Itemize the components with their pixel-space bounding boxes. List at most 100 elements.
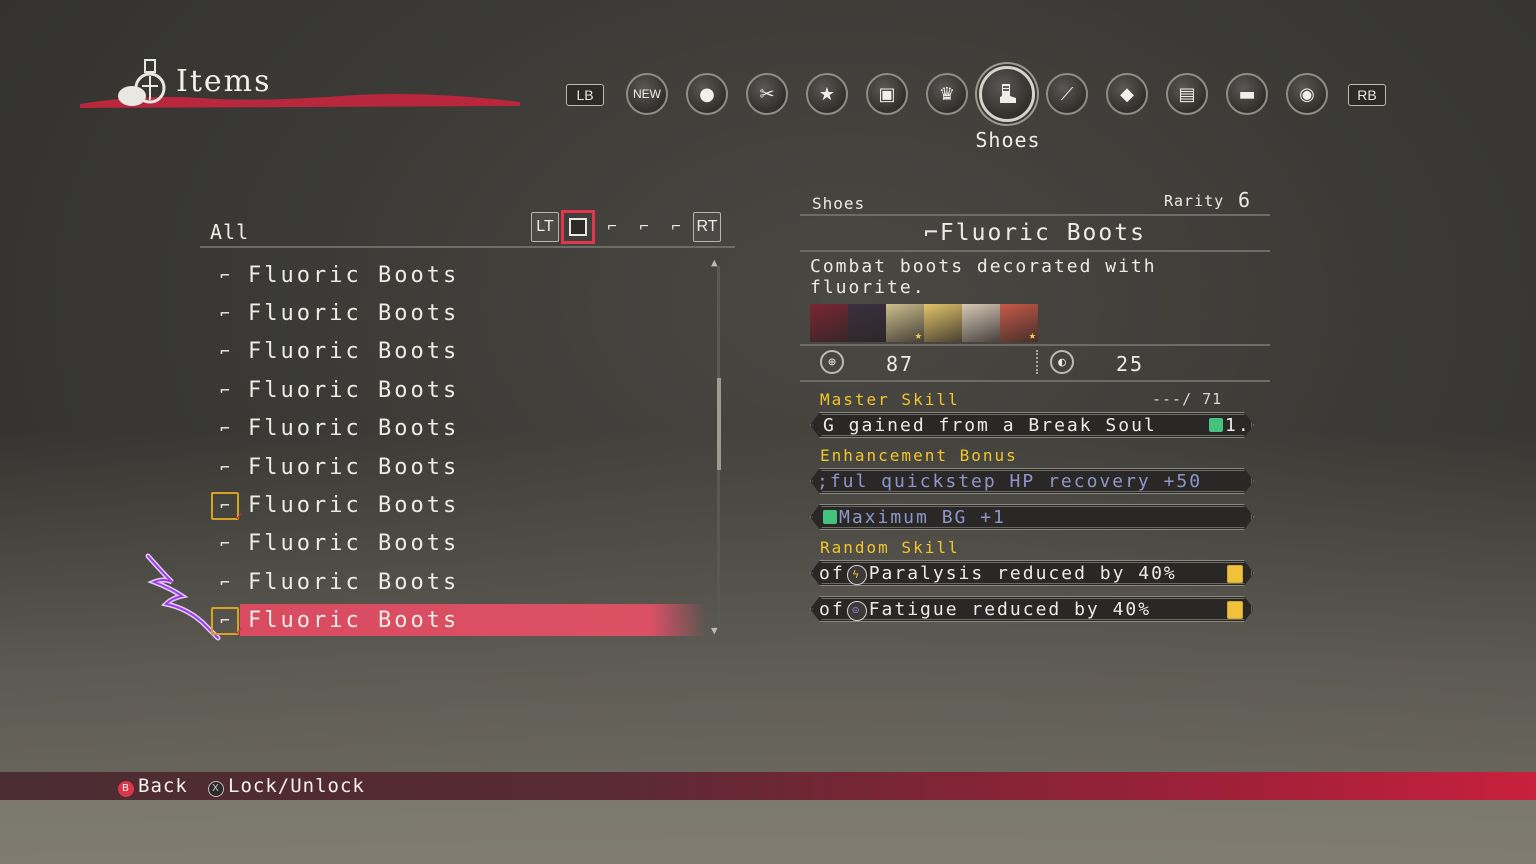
signal-icon: ◉ <box>1299 83 1315 105</box>
lightning-icon: ϟ <box>846 565 867 585</box>
item-name: Fluoric Boots <box>248 531 460 557</box>
fatigue-face-icon: ☹ <box>846 601 867 621</box>
boot-heel-icon: ⌐ <box>671 218 681 235</box>
divider <box>800 214 1270 216</box>
list-item[interactable]: ⌐ Fluoric Boots <box>200 525 710 563</box>
category-chest[interactable]: ▤ <box>1166 73 1208 115</box>
gem-icon <box>1209 418 1223 432</box>
filter-shoe-2-button[interactable]: ⌐ <box>630 212 658 242</box>
shield-badge-icon <box>1227 565 1243 583</box>
random-skill-row[interactable]: of ϟ Paralysis reduced by 40% <box>810 560 1254 586</box>
items-icon <box>118 59 166 106</box>
character-portrait: ★ <box>886 304 924 342</box>
footer-bar: B Back X Lock/Unlock <box>0 772 1536 800</box>
boot-equipped-icon: ⌐ ✓ <box>211 491 243 524</box>
category-shoes[interactable] <box>979 66 1035 122</box>
category-signal[interactable]: ◉ <box>1286 73 1328 115</box>
item-stats: ⊕ 87 ◐ 25 <box>800 346 1270 380</box>
master-skill-row[interactable]: G gained from a Break Soul 1. <box>810 412 1254 438</box>
enhancement-row[interactable]: Maximum BG +1 <box>810 504 1254 530</box>
item-name: Fluoric Boots <box>248 493 460 519</box>
list-item[interactable]: ⌐ Fluoric Boots <box>200 333 710 371</box>
selected-category-label: Shoes <box>975 128 1041 152</box>
category-new[interactable]: NEW <box>626 73 668 115</box>
x-button-icon: X <box>208 781 224 797</box>
list-item[interactable]: ⌐ Fluoric Boots <box>200 563 710 601</box>
rb-button[interactable]: RB <box>1348 84 1386 106</box>
enhancement-row[interactable]: ;ful quickstep HP recovery +50 <box>810 468 1254 494</box>
category-armor[interactable]: ▣ <box>866 73 908 115</box>
character-portrait <box>848 304 886 342</box>
item-description: Combat boots decorated with fluorite. <box>810 256 1157 298</box>
stat-value-1: 87 <box>886 352 915 376</box>
category-feather[interactable]: ⟋ <box>1046 73 1088 115</box>
chest-icon: ▤ <box>1178 83 1196 105</box>
category-hat[interactable]: ▬ <box>1226 73 1268 115</box>
boot-outline-icon: ⌐ <box>639 218 649 235</box>
lock-unlock-label: Lock/Unlock <box>228 775 365 797</box>
weapon-icon: ✂ <box>759 83 775 105</box>
star-icon: ★ <box>1028 328 1036 342</box>
random-skill-text: of ϟ Paralysis reduced by 40% <box>819 563 1177 585</box>
list-item[interactable]: ⌐ Fluoric Boots <box>200 294 710 332</box>
item-name: Fluoric Boots <box>248 301 460 327</box>
all-filter-icon <box>569 218 587 236</box>
feather-icon: ⟋ <box>1060 83 1074 105</box>
page-title: Items <box>176 64 272 99</box>
list-item-selected[interactable]: ⌐ ✓ Fluoric Boots <box>200 602 710 640</box>
list-header: All LT ⌐ ⌐ ⌐ RT <box>200 210 735 248</box>
scroll-up-arrow-icon[interactable]: ▲ <box>711 256 718 269</box>
boot-icon: ⌐ <box>220 304 230 324</box>
master-skill-text: G gained from a Break Soul <box>823 415 1157 436</box>
list-item[interactable]: ⌐ Fluoric Boots <box>200 448 710 486</box>
rt-button[interactable]: RT <box>693 212 721 242</box>
detail-name-text: Fluoric Boots <box>939 220 1146 246</box>
lt-button[interactable]: LT <box>531 212 559 242</box>
list-filter-label: All <box>210 220 250 244</box>
item-name: Fluoric Boots <box>248 608 460 634</box>
cursor-pointer-icon <box>145 553 221 641</box>
category-bar: LB NEW ● ✂ ★ ▣ ♛ ⟋ ◆ ▤ ▬ ◉ RB <box>566 66 1396 122</box>
boot-icon: ⌐ <box>924 220 940 246</box>
detail-item-name: ⌐Fluoric Boots <box>800 220 1270 246</box>
list-item[interactable]: ⌐ Fluoric Boots <box>200 256 710 294</box>
list-item[interactable]: ⌐ Fluoric Boots <box>200 410 710 448</box>
filter-all-button[interactable] <box>561 210 595 244</box>
master-skill-end: 1. <box>1209 415 1251 436</box>
random-skill-label: Random Skill <box>820 538 960 557</box>
star-icon: ★ <box>818 83 836 105</box>
item-name: Fluoric Boots <box>248 569 460 595</box>
filter-shoe-3-button[interactable]: ⌐ <box>662 212 690 242</box>
crystal-icon: ◆ <box>1120 83 1134 105</box>
category-crystal[interactable]: ◆ <box>1106 73 1148 115</box>
list-item[interactable]: ⌐ Fluoric Boots <box>200 371 710 409</box>
item-name: Fluoric Boots <box>248 262 460 288</box>
divider <box>800 380 1270 382</box>
category-star[interactable]: ★ <box>806 73 848 115</box>
list-item[interactable]: ⌐ ✓ Fluoric Boots <box>200 486 710 524</box>
shoes-icon <box>1000 84 1016 103</box>
lock-unlock-button[interactable]: X Lock/Unlock <box>208 775 365 797</box>
lb-button[interactable]: LB <box>566 84 604 106</box>
scrollbar-thumb[interactable] <box>717 378 721 470</box>
category-gel[interactable]: ● <box>686 73 728 115</box>
filter-shoe-1-button[interactable]: ⌐ <box>598 212 626 242</box>
back-label: Back <box>138 775 188 797</box>
stat-separator <box>1036 350 1040 374</box>
category-accessory[interactable]: ♛ <box>926 73 968 115</box>
master-skill-label: Master Skill <box>820 390 960 409</box>
item-name: Fluoric Boots <box>248 377 460 403</box>
bottom-band <box>0 800 1536 864</box>
hat-icon: ▬ <box>1238 83 1256 105</box>
scroll-down-arrow-icon[interactable]: ▼ <box>711 624 718 637</box>
back-button[interactable]: B Back <box>118 775 188 797</box>
character-portrait <box>962 304 1000 342</box>
enhancement-bonus-label: Enhancement Bonus <box>820 446 1018 465</box>
random-skill-row[interactable]: of ☹ Fatigue reduced by 40% <box>810 596 1254 622</box>
new-icon: NEW <box>633 87 661 101</box>
enhancement-text: Maximum BG +1 <box>823 507 1006 528</box>
rarity-value: 6 <box>1238 188 1251 212</box>
category-weapon[interactable]: ✂ <box>746 73 788 115</box>
mastery-progress: ---/ 71 <box>1152 390 1223 408</box>
gel-icon: ● <box>699 83 715 105</box>
